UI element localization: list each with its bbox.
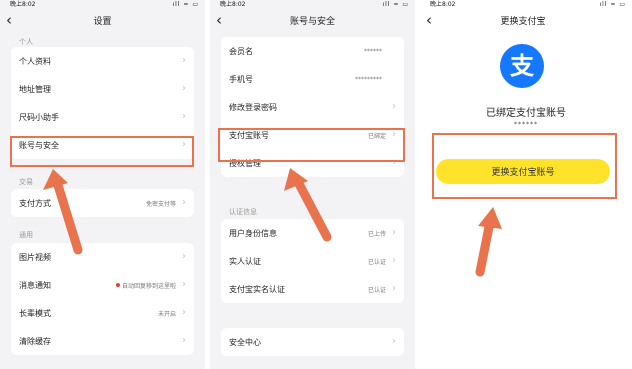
- pointer-arrow-icon: [43, 169, 83, 255]
- account-security-screen: 晚上8:02 ıll ≈ ▭ ‹ 账号与安全 会员名 ****** 手机号 **…: [210, 0, 415, 369]
- settings-screen: 晚上8:02 ıll ≈ ▭ ‹ 设置 个人 个人资料 › 地址管理 › 尺码小…: [0, 0, 205, 369]
- change-alipay-screen: 晚上8:02 ıll ≈ ▭ ‹ 更换支付宝 支 已绑定支付宝账号 ******…: [420, 0, 632, 369]
- pointer-arrow-icon: [284, 168, 332, 242]
- pointer-arrow-icon: [475, 207, 502, 277]
